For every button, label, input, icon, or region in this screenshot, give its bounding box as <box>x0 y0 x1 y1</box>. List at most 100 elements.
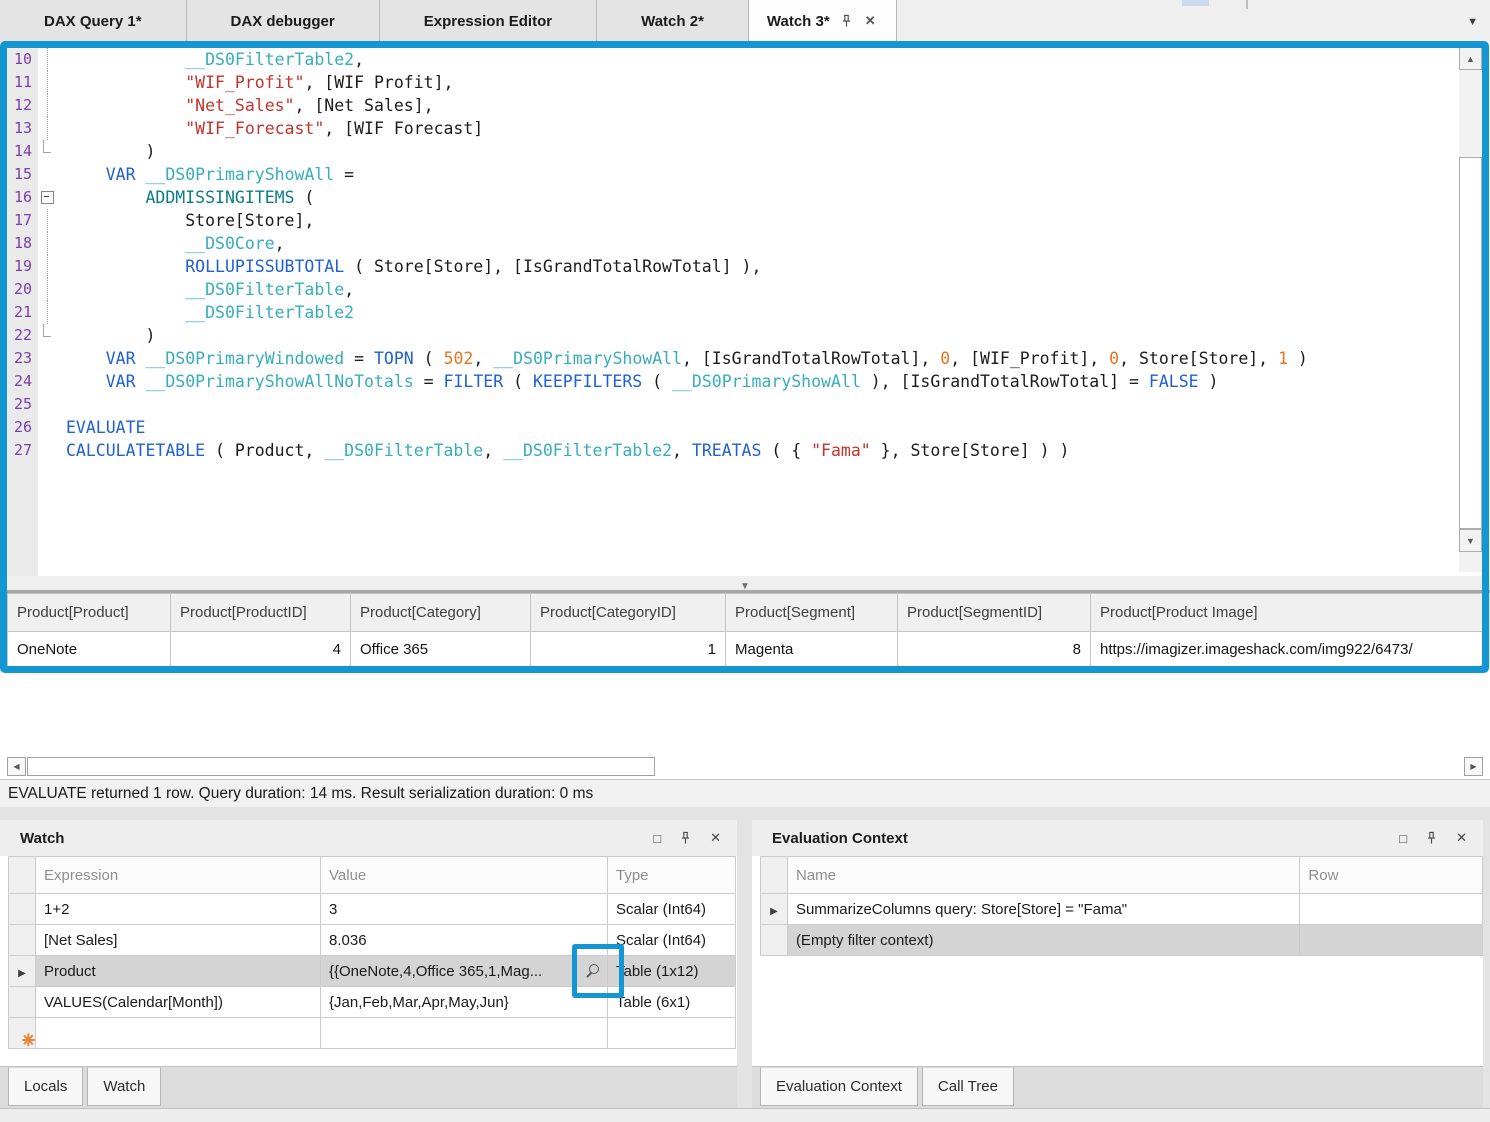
line-number: 20 <box>7 278 38 301</box>
fold-margin <box>38 209 56 232</box>
watch-row[interactable]: VALUES(Calendar[Month]){Jan,Feb,Mar,Apr,… <box>9 987 736 1018</box>
code-text: __DS0FilterTable, <box>56 278 354 301</box>
fold-guide <box>47 209 48 232</box>
results-cell: 1 <box>531 632 726 667</box>
tab-watch-3[interactable]: Watch 3* ✕ <box>749 0 897 42</box>
scroll-down-icon: ▼ <box>1466 536 1475 546</box>
expand-row-arrow-icon[interactable]: ▶ <box>770 906 778 917</box>
results-column-header[interactable]: Product[SegmentID] <box>898 594 1091 632</box>
close-icon[interactable]: ✕ <box>1456 830 1467 846</box>
magnifier-icon[interactable] <box>585 963 601 979</box>
tab-label: DAX Query 1* <box>44 13 142 30</box>
eval-context-row[interactable]: (Empty filter context) <box>761 925 1483 956</box>
watch-value-cell[interactable]: 3 <box>321 894 608 925</box>
evaluation-context-body: NameRow ▶ SummarizeColumns query: Store[St… <box>752 856 1483 1066</box>
watch-row[interactable]: [Net Sales]8.036Scalar (Int64) <box>9 925 736 956</box>
watch-tab-label: Watch <box>103 1078 145 1095</box>
editor-results-splitter[interactable]: ▼ <box>0 576 1490 593</box>
code-text: "WIF_Profit", [WIF Profit], <box>56 71 453 94</box>
fold-guide-end <box>43 324 51 337</box>
code-text: VAR __DS0PrimaryShowAll = <box>56 163 354 186</box>
eval-tab-call-tree[interactable]: Call Tree <box>922 1067 1014 1106</box>
results-empty-area <box>0 666 1490 755</box>
vertical-scrollbar[interactable]: ▲ ▼ <box>1459 47 1482 572</box>
tab-dax-debugger[interactable]: DAX debugger <box>187 0 380 42</box>
code-line: 11 "WIF_Profit", [WIF Profit], <box>7 71 1308 94</box>
watch-value-cell[interactable]: {Jan,Feb,Mar,Apr,May,Jun} <box>321 987 608 1018</box>
pin-icon[interactable] <box>839 14 854 29</box>
vertical-scrollbar-thumb[interactable] <box>1459 157 1482 529</box>
pin-icon[interactable] <box>678 831 693 846</box>
tab-label: Watch 2* <box>641 13 704 30</box>
tab-watch-2[interactable]: Watch 2* <box>597 0 749 42</box>
code-line: 10 __DS0FilterTable2, <box>7 48 1308 71</box>
results-column-header[interactable]: Product[Category] <box>351 594 531 632</box>
eval-tab-label: Call Tree <box>938 1078 998 1095</box>
line-number: 10 <box>7 48 38 71</box>
maximize-icon[interactable]: □ <box>1399 831 1407 846</box>
watch-column-header-type[interactable]: Type <box>608 857 736 894</box>
tab-expression-editor[interactable]: Expression Editor <box>380 0 597 42</box>
watch-type-cell: Scalar (Int64) <box>608 925 736 956</box>
tab-label: Watch 3* <box>767 13 830 30</box>
watch-value-cell[interactable]: 8.036 <box>321 925 608 956</box>
fold-margin <box>38 278 56 301</box>
collapse-results-icon[interactable]: ▼ <box>740 581 750 592</box>
eval-context-row[interactable]: ▶ SummarizeColumns query: Store[Store] = … <box>761 894 1483 925</box>
watch-tab-locals[interactable]: Locals <box>8 1067 83 1106</box>
watch-row[interactable]: 1+23Scalar (Int64) <box>9 894 736 925</box>
results-column-header[interactable]: Product[Segment] <box>726 594 898 632</box>
code-line: 13 "WIF_Forecast", [WIF Forecast] <box>7 117 1308 140</box>
eval-column-header-row[interactable]: Row <box>1300 857 1483 894</box>
eval-tab-label: Evaluation Context <box>776 1078 902 1095</box>
code-editor[interactable]: 10 __DS0FilterTable2,11 "WIF_Profit", [W… <box>0 42 1490 576</box>
watch-row[interactable]: ▶Product{{OneNote,4,Office 365,1,Mag...T… <box>9 956 736 987</box>
watch-type-cell: Table (1x12) <box>608 956 736 987</box>
code-text: ADDMISSINGITEMS ( <box>56 186 314 209</box>
eval-tab-evaluation-context[interactable]: Evaluation Context <box>760 1067 918 1106</box>
scroll-up-button[interactable]: ▲ <box>1459 47 1482 70</box>
fold-margin <box>38 163 56 186</box>
horizontal-scrollbar[interactable]: ◀ ▶ <box>0 755 1490 779</box>
code-line: 14 ) <box>7 140 1308 163</box>
code-text: __DS0Core, <box>56 232 285 255</box>
scroll-up-icon: ▲ <box>1466 54 1475 64</box>
eval-column-header-name[interactable]: Name <box>787 857 1299 894</box>
fold-guide <box>47 255 48 278</box>
watch-row-gutter <box>9 894 36 925</box>
watch-expression-cell[interactable]: [Net Sales] <box>36 925 321 956</box>
eval-name-cell: SummarizeColumns query: Store[Store] = "… <box>787 894 1299 925</box>
results-column-header[interactable]: Product[CategoryID] <box>531 594 726 632</box>
close-icon[interactable]: ✕ <box>863 13 878 29</box>
watch-expression-cell[interactable]: VALUES(Calendar[Month]) <box>36 987 321 1018</box>
watch-value-cell[interactable]: {{OneNote,4,Office 365,1,Mag... <box>321 956 608 987</box>
maximize-icon[interactable]: □ <box>653 831 661 846</box>
scroll-right-button[interactable]: ▶ <box>1464 757 1483 776</box>
watch-expression-cell[interactable]: 1+2 <box>36 894 321 925</box>
tab-overflow-dropdown-icon[interactable]: ▼ <box>1467 16 1478 28</box>
evaluation-context-titlebar: Evaluation Context □ ✕ <box>752 820 1483 856</box>
results-cell: OneNote <box>8 632 171 667</box>
horizontal-scrollbar-thumb[interactable] <box>27 757 655 776</box>
close-icon[interactable]: ✕ <box>710 830 721 846</box>
watch-tab-strip: Locals Watch <box>0 1066 737 1108</box>
watch-column-header-expression[interactable]: Expression <box>36 857 321 894</box>
watch-row[interactable] <box>9 1018 736 1049</box>
watch-row-gutter: ▶ <box>9 956 36 987</box>
pin-icon[interactable] <box>1424 831 1439 846</box>
watch-expression-cell[interactable]: Product <box>36 956 321 987</box>
scroll-left-button[interactable]: ◀ <box>7 757 26 776</box>
fold-guide <box>47 94 48 117</box>
tab-dax-query-1[interactable]: DAX Query 1* <box>0 0 187 42</box>
results-column-header[interactable]: Product[Product] <box>8 594 171 632</box>
watch-expression-cell[interactable] <box>36 1018 321 1049</box>
scroll-down-button[interactable]: ▼ <box>1459 529 1482 552</box>
code-text: EVALUATE <box>56 416 145 439</box>
results-column-header[interactable]: Product[Product Image] <box>1091 594 1484 632</box>
results-column-header[interactable]: Product[ProductID] <box>171 594 351 632</box>
fold-margin <box>38 393 56 416</box>
watch-column-header-value[interactable]: Value <box>321 857 608 894</box>
fold-collapse-icon[interactable] <box>41 191 54 204</box>
watch-tab-watch[interactable]: Watch <box>87 1067 161 1106</box>
watch-value-cell[interactable] <box>321 1018 608 1049</box>
